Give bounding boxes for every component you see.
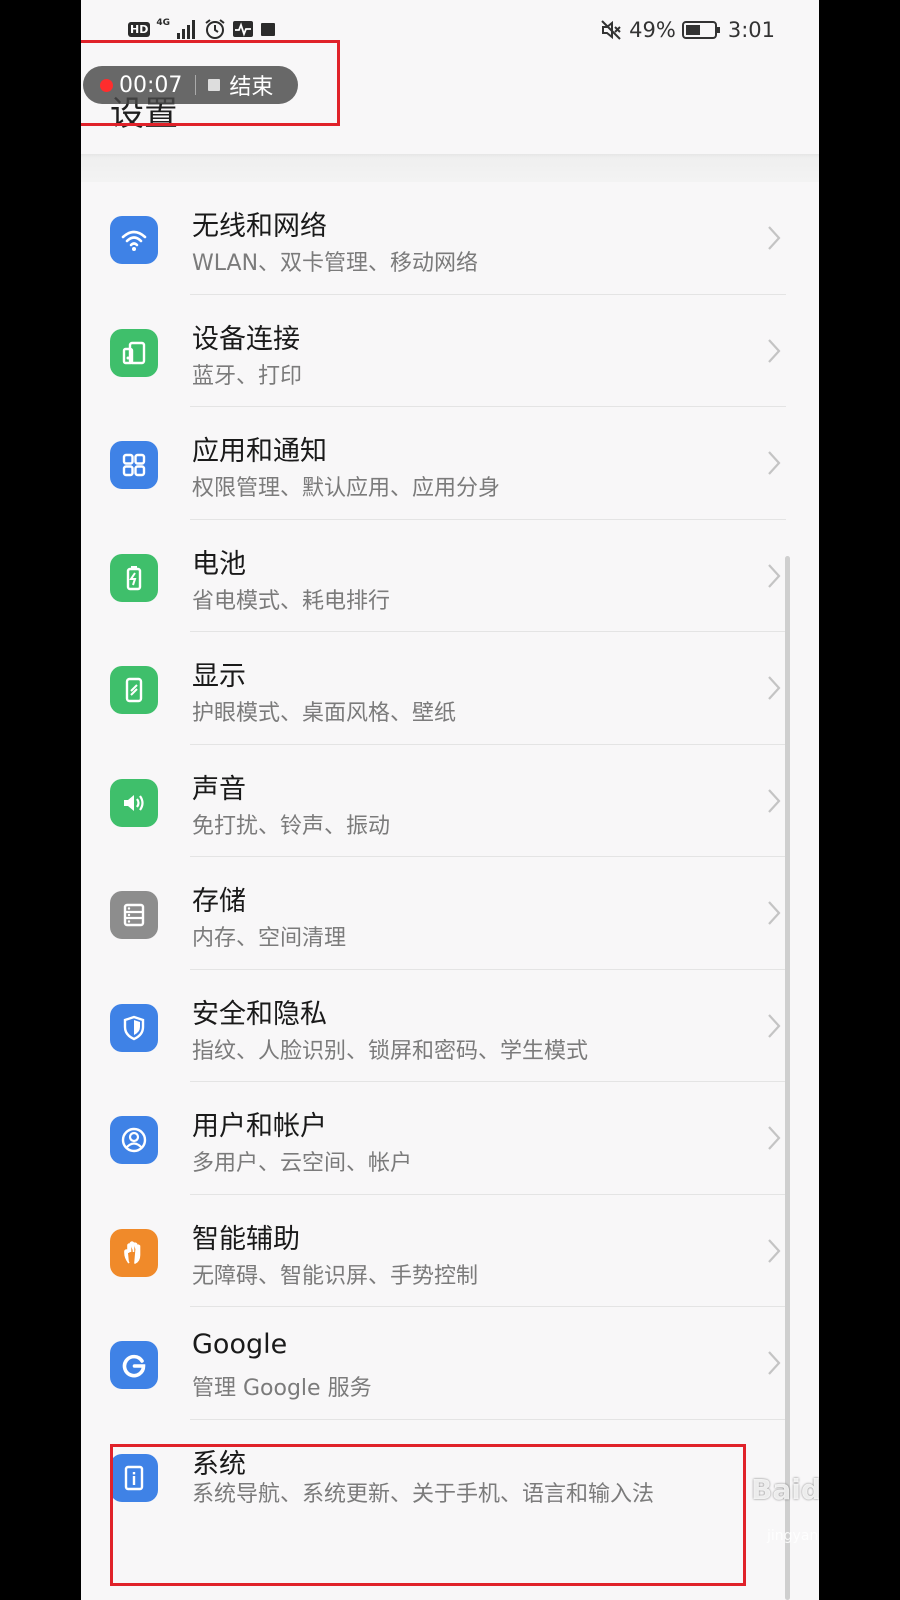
settings-item-2[interactable]: 应用和通知权限管理、默认应用、应用分身 [81, 407, 819, 520]
chevron-right-icon [767, 450, 781, 480]
settings-item-subtitle: 权限管理、默认应用、应用分身 [192, 476, 501, 501]
watermark-url: jingyan.baidu.com [767, 1528, 819, 1544]
settings-item-title: 智能辅助 [192, 1223, 300, 1255]
settings-item-title: 声音 [192, 773, 246, 805]
sound-icon [110, 778, 158, 827]
baidu-watermark: Baidu 经验 [751, 1473, 819, 1506]
annotation-box-recorder [81, 40, 340, 126]
settings-screen: HD 4G 49% 3:01 设置 00:07 结束 无线和网络 WLAN、双卡… [81, 0, 819, 1600]
settings-item-title: 电池 [192, 548, 246, 580]
chevron-right-icon [767, 338, 781, 368]
wifi-icon [110, 216, 158, 264]
header-divider [81, 154, 819, 182]
chevron-right-icon [767, 225, 781, 255]
settings-item-subtitle: 护眼模式、桌面风格、壁纸 [192, 701, 457, 726]
settings-item-title: 安全和隐私 [192, 998, 327, 1030]
settings-item-10[interactable]: Google 管理 Google 服务 [81, 1307, 819, 1420]
settings-item-title: 显示 [192, 661, 246, 692]
annotation-box-system [110, 1444, 746, 1586]
settings-item-subtitle: 蓝牙、打印 [192, 363, 303, 389]
settings-list: 无线和网络 WLAN、双卡管理、移动网络设备连接蓝牙、打印应用和通知权限管理、默认… [81, 182, 819, 1532]
settings-item-subtitle: 管理 Google 服务 [192, 1376, 372, 1401]
apps-icon [110, 441, 158, 489]
clock: 3:01 [727, 18, 775, 42]
scrollbar[interactable] [785, 556, 790, 1600]
chevron-right-icon [767, 1125, 781, 1155]
notification-icon [261, 23, 275, 36]
battery-icon [110, 553, 158, 602]
network-type: 4G [156, 17, 170, 28]
settings-item-1[interactable]: 设备连接 蓝牙、打印 [81, 295, 819, 407]
status-left: HD 4G [128, 18, 276, 40]
settings-item-4[interactable]: 显示护眼模式、桌面风格、壁纸 [81, 632, 819, 745]
shield-icon [110, 1003, 158, 1052]
settings-item-9[interactable]: 智能辅助无障碍、智能识屏、手势控制 [81, 1195, 819, 1307]
settings-item-title: 用户和帐户 [192, 1111, 327, 1142]
mute-icon [601, 20, 621, 40]
signal-icon [177, 20, 195, 39]
chevron-right-icon [767, 675, 781, 705]
status-right: 49% 3:01 [599, 17, 775, 43]
settings-item-subtitle: WLAN、双卡管理、移动网络 [192, 251, 479, 276]
settings-item-3[interactable]: 电池省电模式、耗电排行 [81, 520, 819, 632]
chevron-right-icon [767, 1013, 781, 1043]
storage-icon [110, 891, 158, 939]
settings-item-8[interactable]: 用户和帐户多用户、云空间、帐户 [81, 1082, 819, 1195]
chevron-right-icon [767, 1238, 781, 1268]
settings-item-subtitle: 多用户、云空间、帐户 [192, 1151, 413, 1176]
google-icon [110, 1341, 158, 1389]
settings-item-title: 无线和网络 [192, 211, 327, 242]
hand-icon [110, 1228, 158, 1277]
battery-percent: 49% [629, 18, 676, 42]
activity-icon [233, 21, 253, 37]
settings-item-subtitle: 免打扰、铃声、振动 [192, 813, 391, 839]
settings-item-0[interactable]: 无线和网络 WLAN、双卡管理、移动网络 [81, 182, 819, 295]
settings-item-title: 应用和通知 [192, 436, 327, 467]
user-icon [110, 1116, 158, 1164]
alarm-icon [205, 19, 225, 39]
battery-icon [681, 21, 720, 39]
settings-item-subtitle: 指纹、人脸识别、锁屏和密码、学生模式 [192, 1038, 589, 1064]
settings-item-subtitle: 省电模式、耗电排行 [192, 588, 391, 614]
settings-item-7[interactable]: 安全和隐私指纹、人脸识别、锁屏和密码、学生模式 [81, 970, 819, 1082]
settings-item-6[interactable]: 存储 内存、空间清理 [81, 857, 819, 970]
settings-item-title: Google [192, 1329, 288, 1360]
settings-item-subtitle: 内存、空间清理 [192, 926, 347, 951]
chevron-right-icon [767, 788, 781, 818]
settings-item-subtitle: 无障碍、智能识屏、手势控制 [192, 1263, 479, 1289]
hd-badge: HD [128, 21, 151, 37]
chevron-right-icon [767, 900, 781, 930]
chevron-right-icon [767, 563, 781, 593]
chevron-right-icon [767, 1350, 781, 1380]
settings-item-5[interactable]: 声音免打扰、铃声、振动 [81, 745, 819, 857]
display-icon [110, 666, 158, 714]
settings-item-title: 设备连接 [192, 323, 300, 355]
settings-item-title: 存储 [192, 886, 246, 917]
device-connection-icon [110, 328, 158, 377]
